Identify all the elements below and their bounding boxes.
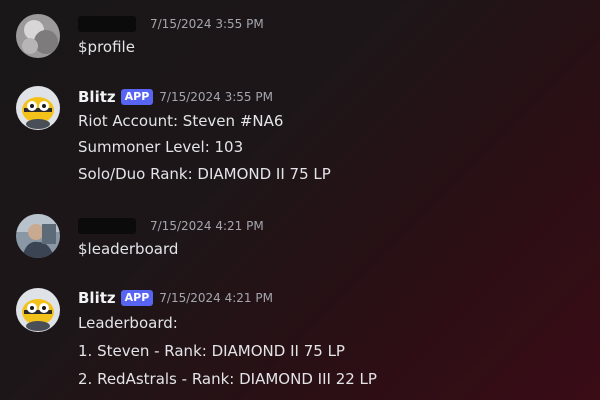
message-text: Solo/Duo Rank: DIAMOND II 75 LP (78, 165, 331, 183)
app-badge: APP (120, 89, 154, 105)
message-timestamp: 7/15/2024 3:55 PM (159, 90, 273, 104)
message-timestamp: 7/15/2024 4:21 PM (159, 291, 273, 305)
person-avatar-icon[interactable] (16, 214, 60, 258)
gray-avatar-icon[interactable] (16, 14, 60, 58)
message-author[interactable]: Blitz (78, 88, 116, 106)
message-text: $profile (78, 38, 135, 56)
message-text: 1. Steven - Rank: DIAMOND II 75 LP (78, 342, 345, 360)
message-text: $leaderboard (78, 240, 179, 258)
blitz-bee-avatar-icon[interactable] (16, 288, 60, 332)
message-author[interactable]: Blitz (78, 289, 116, 307)
app-badge: APP (120, 290, 154, 306)
message-timestamp: 7/15/2024 4:21 PM (150, 219, 264, 233)
message-timestamp: 7/15/2024 3:55 PM (150, 17, 264, 31)
blitz-bee-avatar-icon[interactable] (16, 86, 60, 130)
redacted-username (78, 218, 136, 234)
message-text: Summoner Level: 103 (78, 138, 244, 156)
message-text: 2. RedAstrals - Rank: DIAMOND III 22 LP (78, 370, 377, 388)
redacted-username (78, 16, 136, 32)
message-text: Leaderboard: (78, 314, 178, 332)
message-text: Riot Account: Steven #NA6 (78, 112, 284, 130)
